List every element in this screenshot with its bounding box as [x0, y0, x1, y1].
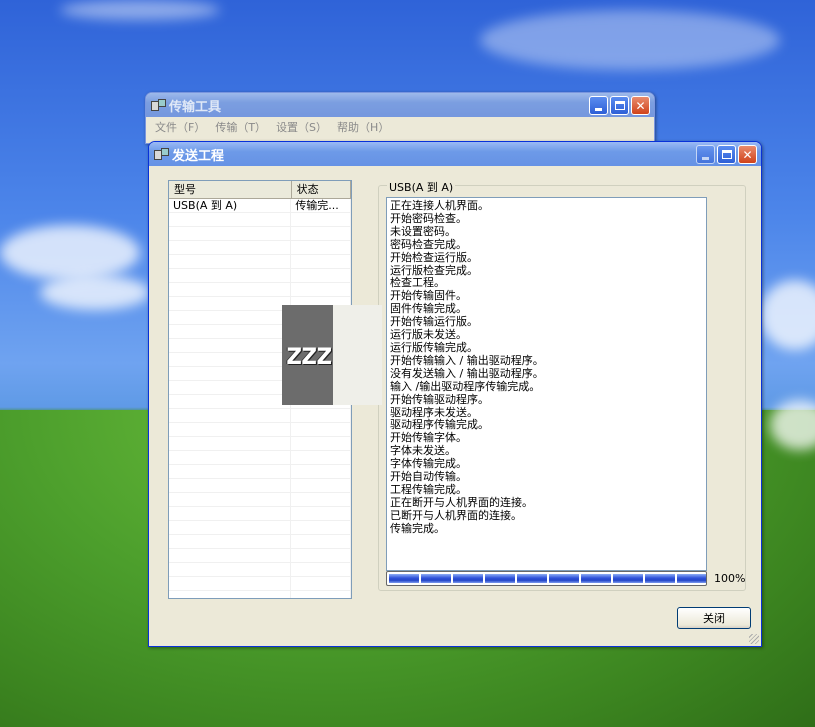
close-dialog-button[interactable]: 关闭 — [677, 607, 751, 629]
progress-segment — [517, 574, 547, 583]
send-project-dialog: 发送工程 ✕ 型号 状态 USB(A 到 A) 传输完... USB(A 到 A… — [148, 141, 762, 647]
log-line: 未设置密码。 — [390, 224, 456, 238]
menu-transfer[interactable]: 传输（T） — [210, 119, 271, 135]
sleep-overlay: zzz — [282, 305, 382, 405]
empty-list-row — [169, 507, 351, 521]
minimize-icon — [702, 157, 709, 160]
empty-list-row — [169, 423, 351, 437]
close-button[interactable]: ✕ — [631, 96, 650, 115]
maximize-button[interactable] — [717, 145, 736, 164]
empty-list-row — [169, 409, 351, 423]
empty-list-row — [169, 283, 351, 297]
menu-help[interactable]: 帮助（H） — [332, 119, 394, 135]
list-header: 型号 状态 — [169, 181, 351, 199]
empty-list-row — [169, 465, 351, 479]
title-bar[interactable]: 传输工具 ✕ — [146, 93, 654, 117]
overlay-light-block — [333, 305, 382, 405]
app-icon — [154, 148, 169, 160]
progress-segment — [613, 574, 643, 583]
sleep-text: zzz — [285, 337, 333, 372]
empty-list-row — [169, 521, 351, 535]
column-header-model[interactable]: 型号 — [169, 181, 292, 198]
log-line: 密码检查完成。 — [390, 237, 467, 251]
empty-list-row — [169, 227, 351, 241]
log-line: 正在连接人机界面。 — [390, 199, 489, 212]
title-bar[interactable]: 发送工程 ✕ — [149, 142, 761, 166]
transfer-tool-window: 传输工具 ✕ 文件（F） 传输（T） 设置（S） 帮助（H） — [145, 92, 655, 144]
empty-list-row — [169, 563, 351, 577]
progress-segment — [389, 574, 419, 583]
empty-list-row — [169, 549, 351, 563]
list-item-model: USB(A 到 A) — [169, 199, 292, 212]
cloud — [0, 225, 140, 280]
log-line: 运行版传输完成。 — [390, 340, 478, 354]
progress-segment — [549, 574, 579, 583]
progress-percent: 100% — [714, 572, 746, 585]
progress-segment — [645, 574, 675, 583]
empty-list-row — [169, 479, 351, 493]
app-icon — [151, 99, 166, 111]
empty-list-row — [169, 255, 351, 269]
progress-segment — [677, 574, 706, 583]
empty-list-row — [169, 493, 351, 507]
dialog-title: 发送工程 — [172, 148, 225, 164]
close-icon: ✕ — [635, 98, 646, 113]
menu-settings[interactable]: 设置（S） — [271, 119, 332, 135]
empty-list-row — [169, 591, 351, 598]
progress-bar — [386, 571, 707, 586]
log-line: 传输完成。 — [390, 521, 445, 535]
log-line: 开始密码检查。 — [390, 211, 467, 225]
cloud — [40, 275, 150, 310]
progress-segment — [453, 574, 483, 583]
log-line: 正在断开与人机界面的连接。 — [390, 495, 533, 509]
column-header-status[interactable]: 状态 — [292, 181, 351, 198]
progress-segment — [581, 574, 611, 583]
empty-list-row — [169, 437, 351, 451]
empty-list-row — [169, 213, 351, 227]
log-line: 工程传输完成。 — [390, 482, 467, 496]
empty-list-row — [169, 577, 351, 591]
cloud — [60, 0, 220, 20]
transfer-log[interactable]: 正在连接人机界面。 开始密码检查。 未设置密码。 密码检查完成。 开始检查运行版。 运行版… — [386, 197, 707, 571]
maximize-icon — [614, 101, 625, 110]
empty-list-row — [169, 451, 351, 465]
resize-grip[interactable] — [749, 634, 759, 644]
empty-list-row — [169, 269, 351, 283]
log-line: 没有发送输入 / 输出驱动程序。 — [390, 366, 544, 380]
progress-segment — [421, 574, 451, 583]
empty-list-row — [169, 535, 351, 549]
menu-file[interactable]: 文件（F） — [150, 119, 210, 135]
log-line: 开始传输输入 / 输出驱动程序。 — [390, 353, 544, 367]
close-icon: ✕ — [742, 147, 753, 162]
log-line: 已断开与人机界面的连接。 — [390, 508, 522, 522]
maximize-icon — [721, 150, 732, 159]
log-line: 开始自动传输。 — [390, 470, 467, 484]
minimize-button[interactable] — [589, 96, 608, 115]
group-label: USB(A 到 A) — [387, 179, 456, 195]
minimize-icon — [595, 108, 602, 111]
progress-segment — [485, 574, 515, 583]
cloud — [480, 10, 780, 70]
menu-bar: 文件（F） 传输（T） 设置（S） 帮助（H） — [146, 117, 654, 136]
empty-list-row — [169, 241, 351, 255]
cloud — [760, 280, 815, 350]
close-button[interactable]: ✕ — [738, 145, 757, 164]
log-line: 开始传输驱动程序。 — [390, 392, 489, 406]
window-title: 传输工具 — [169, 99, 222, 115]
list-item[interactable]: USB(A 到 A) 传输完... — [169, 199, 351, 213]
maximize-button[interactable] — [610, 96, 629, 115]
log-line: 开始检查运行版。 — [390, 250, 478, 264]
list-item-status: 传输完... — [291, 199, 351, 212]
minimize-button — [696, 145, 715, 164]
log-line: 输入 /输出驱动程序传输完成。 — [390, 379, 541, 393]
transfer-group: USB(A 到 A) 正在连接人机界面。 开始密码检查。 未设置密码。 密码检查完成。… — [378, 179, 746, 591]
